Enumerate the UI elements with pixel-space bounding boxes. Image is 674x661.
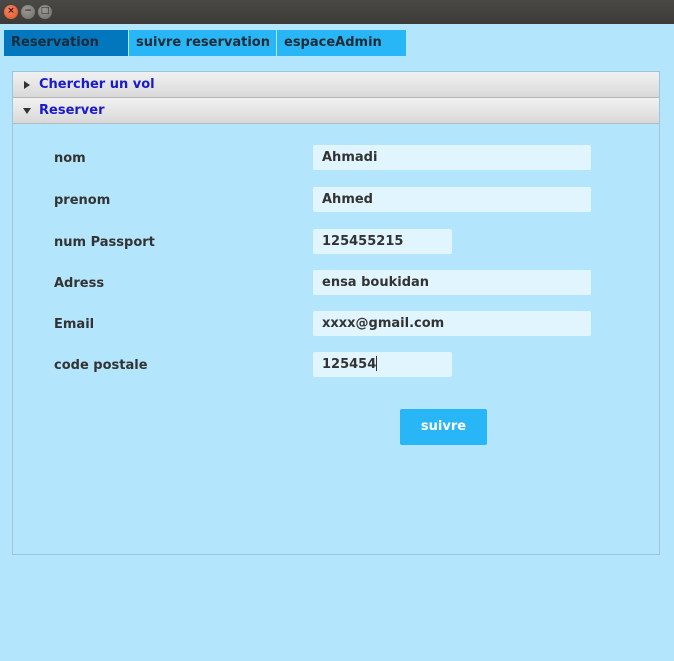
minimize-icon: − <box>24 6 32 16</box>
close-icon: × <box>7 6 15 16</box>
maximize-icon: □ <box>40 6 50 16</box>
code-postale-value: 125454 <box>322 357 377 372</box>
nom-label: nom <box>54 151 86 166</box>
code-postale-label: code postale <box>54 358 148 373</box>
collapsed-arrow-icon <box>24 81 30 89</box>
adress-field[interactable]: ensa boukidan <box>313 270 591 295</box>
passport-label: num Passport <box>54 235 155 250</box>
adress-value: ensa boukidan <box>322 275 430 290</box>
pane-title-label: Reserver <box>39 103 105 118</box>
nom-value: Ahmadi <box>322 150 378 165</box>
app-content: Reservation suivre reservation espaceAdm… <box>0 24 674 661</box>
email-value: xxxx@gmail.com <box>322 316 445 331</box>
text-caret <box>376 356 378 371</box>
code-postale-field[interactable]: 125454 <box>313 352 452 377</box>
tab-espace-admin[interactable]: espaceAdmin <box>277 30 406 56</box>
expanded-arrow-icon <box>23 108 31 114</box>
prenom-value: Ahmed <box>322 192 373 207</box>
pane-header-chercher-un-vol[interactable]: Chercher un vol <box>13 72 659 98</box>
pane-header-reserver[interactable]: Reserver <box>13 98 659 124</box>
window-maximize-button[interactable]: □ <box>38 5 52 19</box>
email-label: Email <box>54 317 95 332</box>
suivre-button[interactable]: suivre <box>400 409 487 445</box>
tab-reservation[interactable]: Reservation <box>4 30 128 56</box>
tab-suivre-reservation[interactable]: suivre reservation <box>129 30 276 56</box>
passport-value: 125455215 <box>322 234 404 249</box>
pane-title-label: Chercher un vol <box>39 77 155 92</box>
accordion: Chercher un vol Reserver nom Ahmadi pren… <box>12 71 660 555</box>
window-titlebar: × − □ <box>0 0 674 24</box>
adress-label: Adress <box>54 276 105 291</box>
nom-field[interactable]: Ahmadi <box>313 145 591 170</box>
window-minimize-button[interactable]: − <box>21 5 35 19</box>
email-field[interactable]: xxxx@gmail.com <box>313 311 591 336</box>
prenom-field[interactable]: Ahmed <box>313 187 591 212</box>
prenom-label: prenom <box>54 193 111 208</box>
passport-field[interactable]: 125455215 <box>313 229 452 254</box>
window-close-button[interactable]: × <box>4 5 18 19</box>
